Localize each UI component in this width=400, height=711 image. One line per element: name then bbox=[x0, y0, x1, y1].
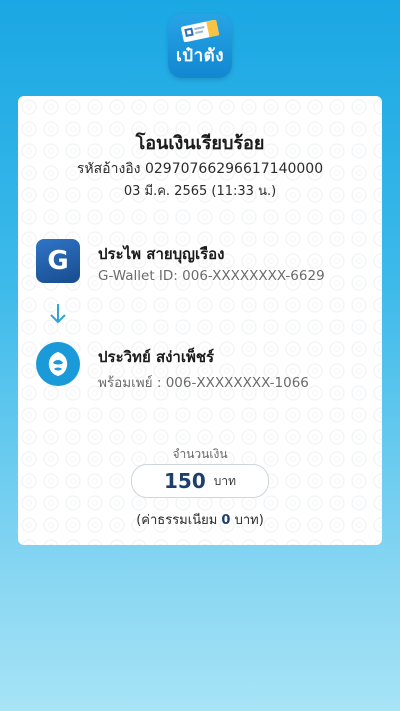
app-logo-text: เป๋าตัง bbox=[176, 46, 224, 66]
receipt-title: โอนเงินเรียบร้อย bbox=[135, 133, 265, 154]
amount-unit: บาท bbox=[213, 473, 236, 488]
reference-number: รหัสอ้างอิง 02970766296617140000 bbox=[76, 161, 324, 177]
transfer-receipt-card: โอนเงินเรียบร้อย รหัสอ้างอิง 02970766296… bbox=[18, 96, 382, 545]
paotang-app-logo: เป๋าตัง bbox=[168, 14, 232, 78]
fee-text: (ค่าธรรมเนียม 0 บาท) bbox=[18, 509, 382, 530]
fee-suffix: บาท) bbox=[230, 513, 264, 528]
receiver-account: พร้อมเพย์ : 006-XXXXXXXX-1066 bbox=[98, 375, 309, 391]
ticket-icon bbox=[181, 20, 220, 42]
g-wallet-logo-icon: G bbox=[36, 239, 80, 283]
fee-prefix: (ค่าธรรมเนียม bbox=[136, 513, 222, 528]
amount-value: 150 bbox=[163, 469, 206, 493]
sender-account: G-Wallet ID: 006-XXXXXXXX-6629 bbox=[98, 268, 325, 284]
receiver-name: ประวิทย์ สง่าเพ็ชร์ bbox=[98, 348, 215, 366]
sender-name: ประไพ สายบุญเรือง bbox=[98, 245, 225, 263]
amount-label: จำนวนเงิน bbox=[172, 447, 228, 461]
transaction-datetime: 03 มี.ค. 2565 (11:33 น.) bbox=[123, 184, 277, 199]
amount-box: 150 บาท bbox=[131, 464, 269, 498]
kasikorn-bank-logo-icon bbox=[36, 342, 80, 386]
arrow-down-icon bbox=[50, 304, 66, 324]
